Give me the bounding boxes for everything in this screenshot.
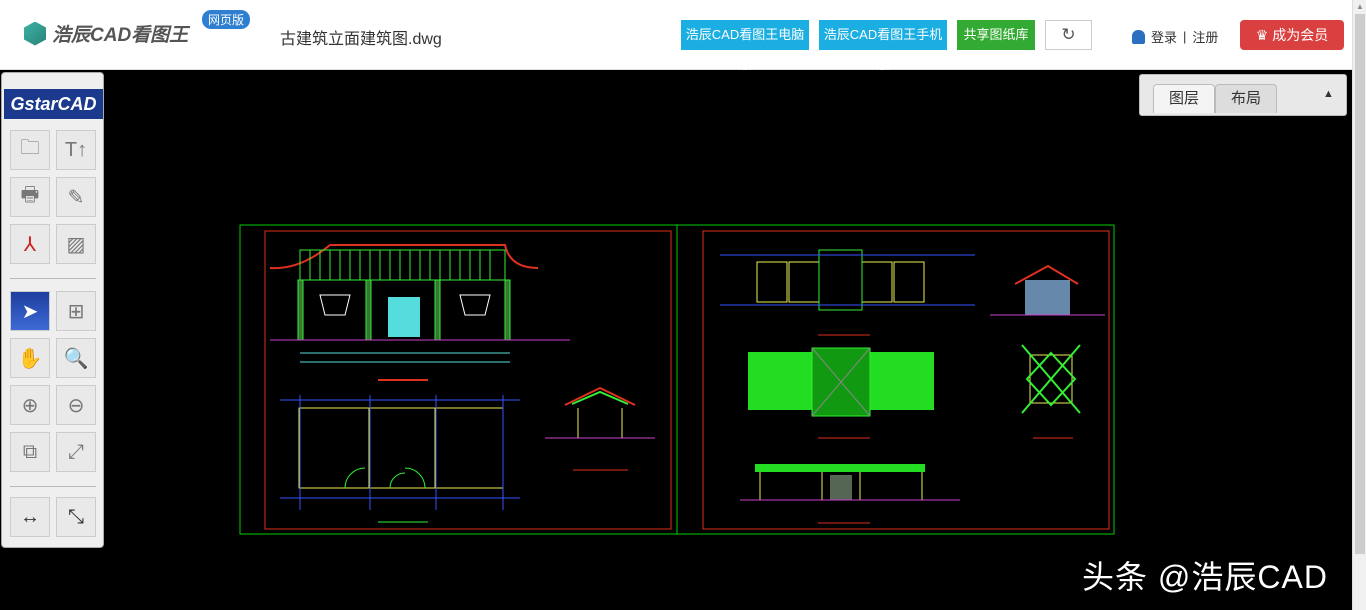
divider <box>10 486 96 487</box>
crown-icon: ♛ <box>1255 27 1273 43</box>
gstarcad-logo: GstarCAD <box>4 89 103 119</box>
login-link[interactable]: 登录 <box>1151 27 1177 46</box>
watermark: 头条 @浩辰CAD <box>1082 559 1328 595</box>
web-version-badge: 网页版 <box>202 10 251 29</box>
pan-hand-icon[interactable]: ✋ <box>10 338 50 378</box>
top-bar: 浩辰CAD看图王 网页版 古建筑立面建筑图.dwg 浩辰CAD看图王电脑版 浩辰… <box>0 0 1352 72</box>
separator: | <box>1183 29 1187 44</box>
shared-library-button[interactable]: 共享图纸库 <box>957 20 1035 50</box>
collapse-arrow-icon[interactable]: ▲ <box>1323 88 1334 100</box>
tool-panel: GstarCAD 🗀 T↑ 🖶 ✎ ⅄ ▨ ➤ ⊞ ✋ 🔍 ⊕ ⊖ ⧉ ⤢ ↔ … <box>1 72 104 548</box>
cad-canvas[interactable]: GstarCAD 🗀 T↑ 🖶 ✎ ⅄ ▨ ➤ ⊞ ✋ 🔍 ⊕ ⊖ ⧉ ⤢ ↔ … <box>0 70 1352 610</box>
image-export-icon[interactable]: ▨ <box>56 224 96 264</box>
register-link[interactable]: 注册 <box>1192 27 1218 46</box>
divider <box>10 278 96 279</box>
zoom-in-icon[interactable]: ⊕ <box>10 385 50 425</box>
open-folder-icon[interactable]: 🗀 <box>10 130 50 170</box>
scrollbar[interactable]: ▲ <box>1352 0 1366 610</box>
measure-aligned-icon[interactable]: ⤡ <box>56 497 96 537</box>
scroll-thumb[interactable] <box>1355 14 1365 554</box>
zoom-extents-icon[interactable]: 🔍 <box>56 338 96 378</box>
become-member-button[interactable]: ♛ 成为会员 <box>1240 20 1344 50</box>
measure-distance-icon[interactable]: ↔ <box>10 497 50 537</box>
switch-view-icon[interactable]: ⧉ <box>10 432 50 472</box>
logo-icon <box>24 21 46 46</box>
zoom-out-icon[interactable]: ⊖ <box>56 385 96 425</box>
tab-layers[interactable]: 图层 <box>1153 84 1215 113</box>
cad-drawing <box>239 224 1115 535</box>
zoom-window-icon[interactable]: ⊞ <box>56 291 96 331</box>
vip-label: 成为会员 <box>1272 27 1329 43</box>
save-edit-icon[interactable]: ✎ <box>56 177 96 217</box>
print-icon[interactable]: 🖶 <box>10 177 50 217</box>
user-icon <box>1132 29 1145 44</box>
scroll-up-icon[interactable]: ▲ <box>1356 2 1364 11</box>
pdf-icon[interactable]: ⅄ <box>10 224 50 264</box>
tab-layout[interactable]: 布局 <box>1215 84 1277 113</box>
file-name: 古建筑立面建筑图.dwg <box>280 31 442 48</box>
layer-layout-panel: 图层 布局 ▲ <box>1139 74 1347 116</box>
mobile-version-button[interactable]: 浩辰CAD看图王手机版 <box>819 20 947 72</box>
desktop-version-button[interactable]: 浩辰CAD看图王电脑版 <box>681 20 809 72</box>
select-arrow-icon[interactable]: ➤ <box>10 291 50 331</box>
brand-logo[interactable]: 浩辰CAD看图王 <box>24 20 188 47</box>
fullscreen-icon[interactable]: ⤢ <box>56 432 96 472</box>
refresh-icon[interactable]: ↻ <box>1045 20 1092 50</box>
text-upload-icon[interactable]: T↑ <box>56 130 96 170</box>
brand-name: 浩辰CAD看图王 <box>52 25 189 46</box>
